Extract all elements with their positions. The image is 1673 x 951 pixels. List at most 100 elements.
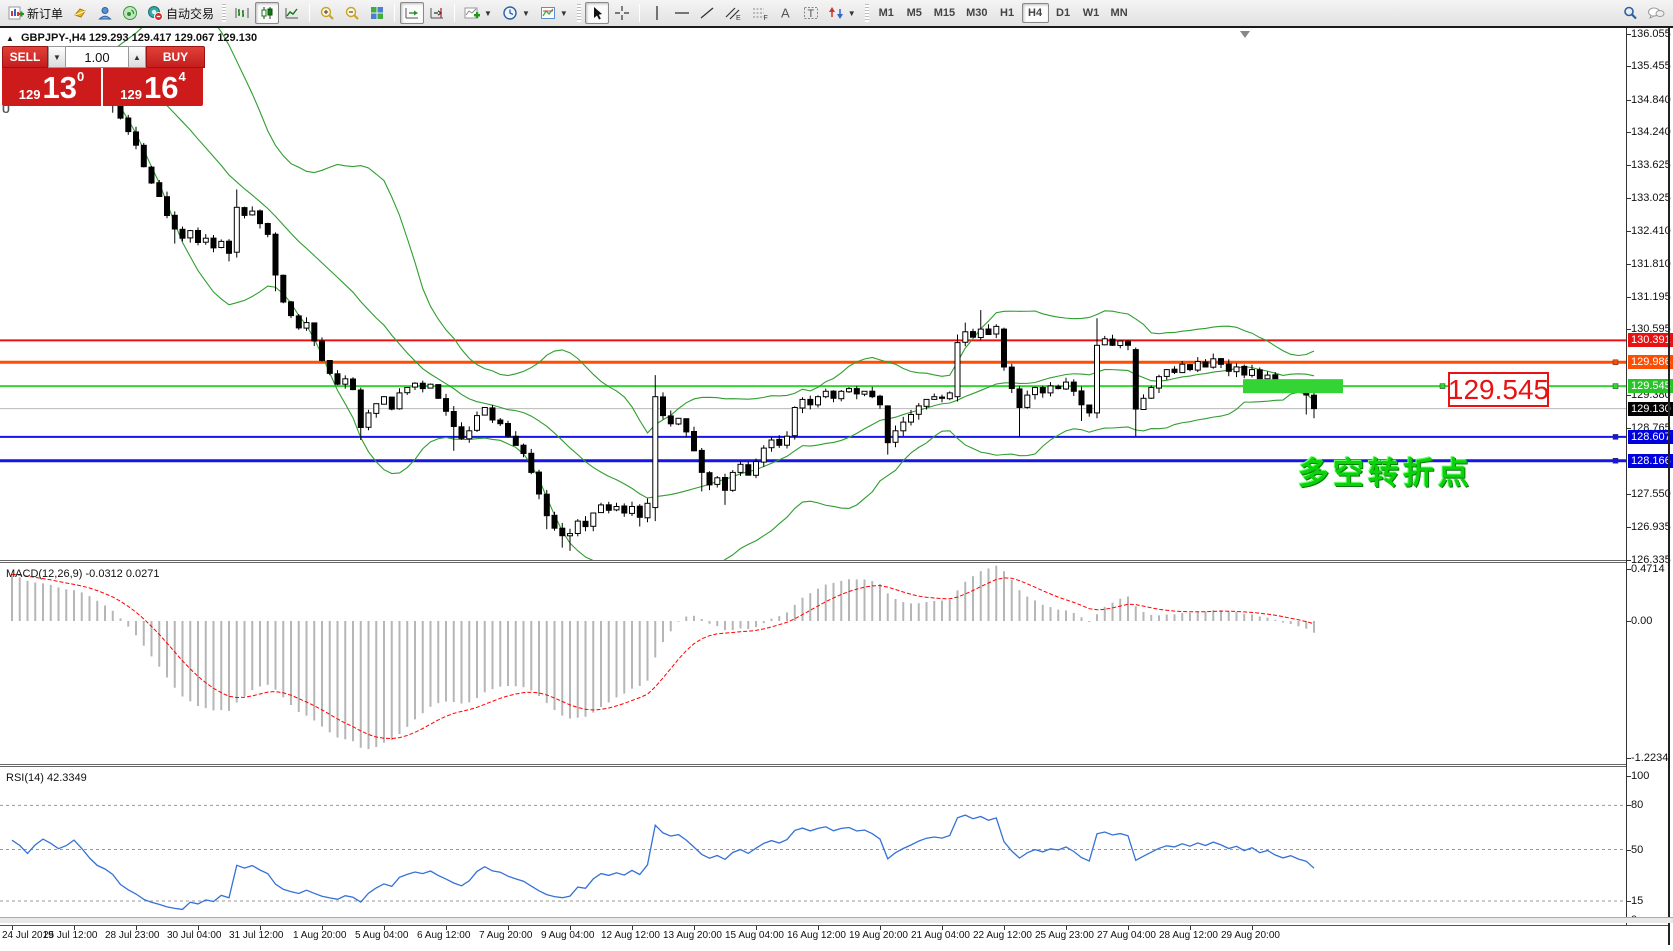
line-handle[interactable] — [1613, 384, 1618, 389]
indicators-icon — [464, 5, 480, 21]
fibonacci-button[interactable]: F — [747, 2, 773, 24]
timeframe-M1-button[interactable]: M1 — [873, 3, 900, 23]
volume-input[interactable] — [66, 46, 128, 68]
periods-caret-icon[interactable]: ▼ — [521, 9, 531, 18]
buy-price-point: 4 — [178, 70, 185, 83]
candlestick-icon — [259, 5, 275, 21]
autoscroll-button[interactable] — [400, 2, 424, 24]
text-label-button[interactable]: T — [799, 2, 823, 24]
price-level-badge: 129.986 — [1628, 355, 1673, 369]
rsi-pane — [0, 767, 1626, 925]
new-order-button[interactable]: 新订单 — [4, 2, 67, 24]
chart-shift-marker-icon[interactable] — [1240, 31, 1250, 38]
time-label: 29 Aug 20:00 — [1221, 930, 1280, 941]
trendline-button[interactable] — [695, 2, 719, 24]
time-label: 7 Aug 20:00 — [479, 930, 532, 941]
arrows-caret-icon[interactable]: ▼ — [847, 9, 857, 18]
macd-tick-label: 0.4714 — [1631, 563, 1665, 575]
bar-chart-type-button[interactable] — [230, 2, 254, 24]
rsi-tick-label: 100 — [1631, 770, 1649, 782]
templates-button[interactable]: ▼ — [536, 2, 573, 24]
macd-signal-line — [12, 574, 1314, 738]
time-label: 27 Aug 04:00 — [1097, 930, 1156, 941]
signals-button[interactable] — [118, 2, 142, 24]
turning-point-annotation[interactable]: 多空转折点 — [1298, 448, 1473, 493]
autotrading-button[interactable]: 自动交易 — [143, 2, 218, 24]
timeframe-H1-button[interactable]: H1 — [994, 3, 1021, 23]
price-level-badge: 128.166 — [1628, 454, 1673, 468]
bollinger-bands — [20, 28, 1314, 560]
templates-caret-icon[interactable]: ▼ — [559, 9, 569, 18]
sell-price[interactable]: 129 13 0 — [2, 68, 103, 106]
time-label: 6 Aug 12:00 — [417, 930, 470, 941]
line-handle[interactable] — [1613, 434, 1618, 439]
status-strip — [0, 917, 1673, 923]
profile-icon — [97, 5, 113, 21]
new-order-icon — [8, 5, 24, 21]
new-order-label: 新订单 — [27, 5, 63, 22]
price-axis[interactable]: 136.055135.455134.840134.240133.625133.0… — [1626, 28, 1670, 925]
macd-tick-label: -1.2234 — [1631, 752, 1668, 764]
timeframe-M15-button[interactable]: M15 — [929, 3, 960, 23]
arrows-button[interactable]: ▼ — [824, 2, 861, 24]
autotrading-icon — [147, 5, 163, 21]
vertical-line-button[interactable] — [645, 2, 669, 24]
price-annotation-box[interactable]: 129.545 — [1448, 372, 1549, 407]
horizontal-line-button[interactable] — [670, 2, 694, 24]
timeframe-D1-button[interactable]: D1 — [1050, 3, 1077, 23]
support-zone[interactable] — [1243, 379, 1343, 393]
symbol-header: ▲ GBPJPY-,H4 129.293 129.417 129.067 129… — [6, 32, 257, 44]
buy-price[interactable]: 129 16 4 — [103, 68, 203, 106]
time-label: 5 Aug 04:00 — [355, 930, 408, 941]
time-label: 21 Aug 04:00 — [911, 930, 970, 941]
periods-button[interactable]: ▼ — [498, 2, 535, 24]
volume-decrease-button[interactable]: ▼ — [48, 46, 66, 68]
text-label-icon: T — [803, 5, 819, 21]
search-button[interactable] — [1618, 2, 1642, 24]
crosshair-button[interactable] — [610, 2, 634, 24]
price-tick-label: 133.025 — [1631, 192, 1671, 204]
zoom-out-button[interactable] — [340, 2, 364, 24]
chart-shift-button[interactable] — [425, 2, 449, 24]
zoom-in-button[interactable] — [315, 2, 339, 24]
price-tick-label: 131.195 — [1631, 291, 1671, 303]
svg-text:A: A — [781, 6, 790, 21]
toolbar-grip — [577, 4, 581, 22]
channel-icon: E — [724, 5, 742, 21]
text-button[interactable]: A — [774, 2, 798, 24]
sell-price-pips: 13 — [42, 73, 76, 103]
sell-button[interactable]: SELL — [2, 46, 48, 68]
time-label: 28 Jul 23:00 — [105, 930, 160, 941]
indicators-caret-icon[interactable]: ▼ — [483, 9, 493, 18]
cursor-button[interactable] — [585, 2, 609, 24]
line-handle[interactable] — [1613, 360, 1618, 365]
toolbar-separator — [454, 4, 455, 22]
volume-increase-button[interactable]: ▲ — [128, 46, 146, 68]
macd-label: MACD(12,26,9) — [6, 568, 82, 580]
cursor-icon — [589, 5, 605, 21]
timeframe-H4-button[interactable]: H4 — [1022, 3, 1049, 23]
equidistant-channel-button[interactable]: E — [720, 2, 746, 24]
macd-pane — [0, 563, 1626, 764]
tile-windows-button[interactable] — [365, 2, 389, 24]
indicators-button[interactable]: ▼ — [460, 2, 497, 24]
timeframe-MN-button[interactable]: MN — [1106, 3, 1133, 23]
mt4-window: 新订单 — [0, 0, 1673, 951]
profile-button[interactable] — [93, 2, 117, 24]
timeframe-W1-button[interactable]: W1 — [1078, 3, 1105, 23]
collapse-triangle-icon[interactable]: ▲ — [6, 34, 14, 43]
candle-chart-type-button[interactable] — [255, 2, 279, 24]
timeframe-M30-button[interactable]: M30 — [961, 3, 992, 23]
horizontal-line-icon — [674, 5, 690, 21]
chart-shift-icon — [429, 5, 445, 21]
line-handle[interactable] — [1440, 384, 1445, 389]
time-label: 19 Aug 20:00 — [849, 930, 908, 941]
line-chart-type-button[interactable] — [280, 2, 304, 24]
metaeditor-button[interactable] — [68, 2, 92, 24]
buy-button[interactable]: BUY — [146, 46, 205, 68]
timeframe-M5-button[interactable]: M5 — [901, 3, 928, 23]
time-axis[interactable]: 24 Jul 201925 Jul 12:0028 Jul 23:0030 Ju… — [0, 926, 1626, 945]
buy-price-pips: 16 — [144, 73, 178, 103]
line-handle[interactable] — [1613, 458, 1618, 463]
chat-button[interactable] — [1643, 2, 1669, 24]
